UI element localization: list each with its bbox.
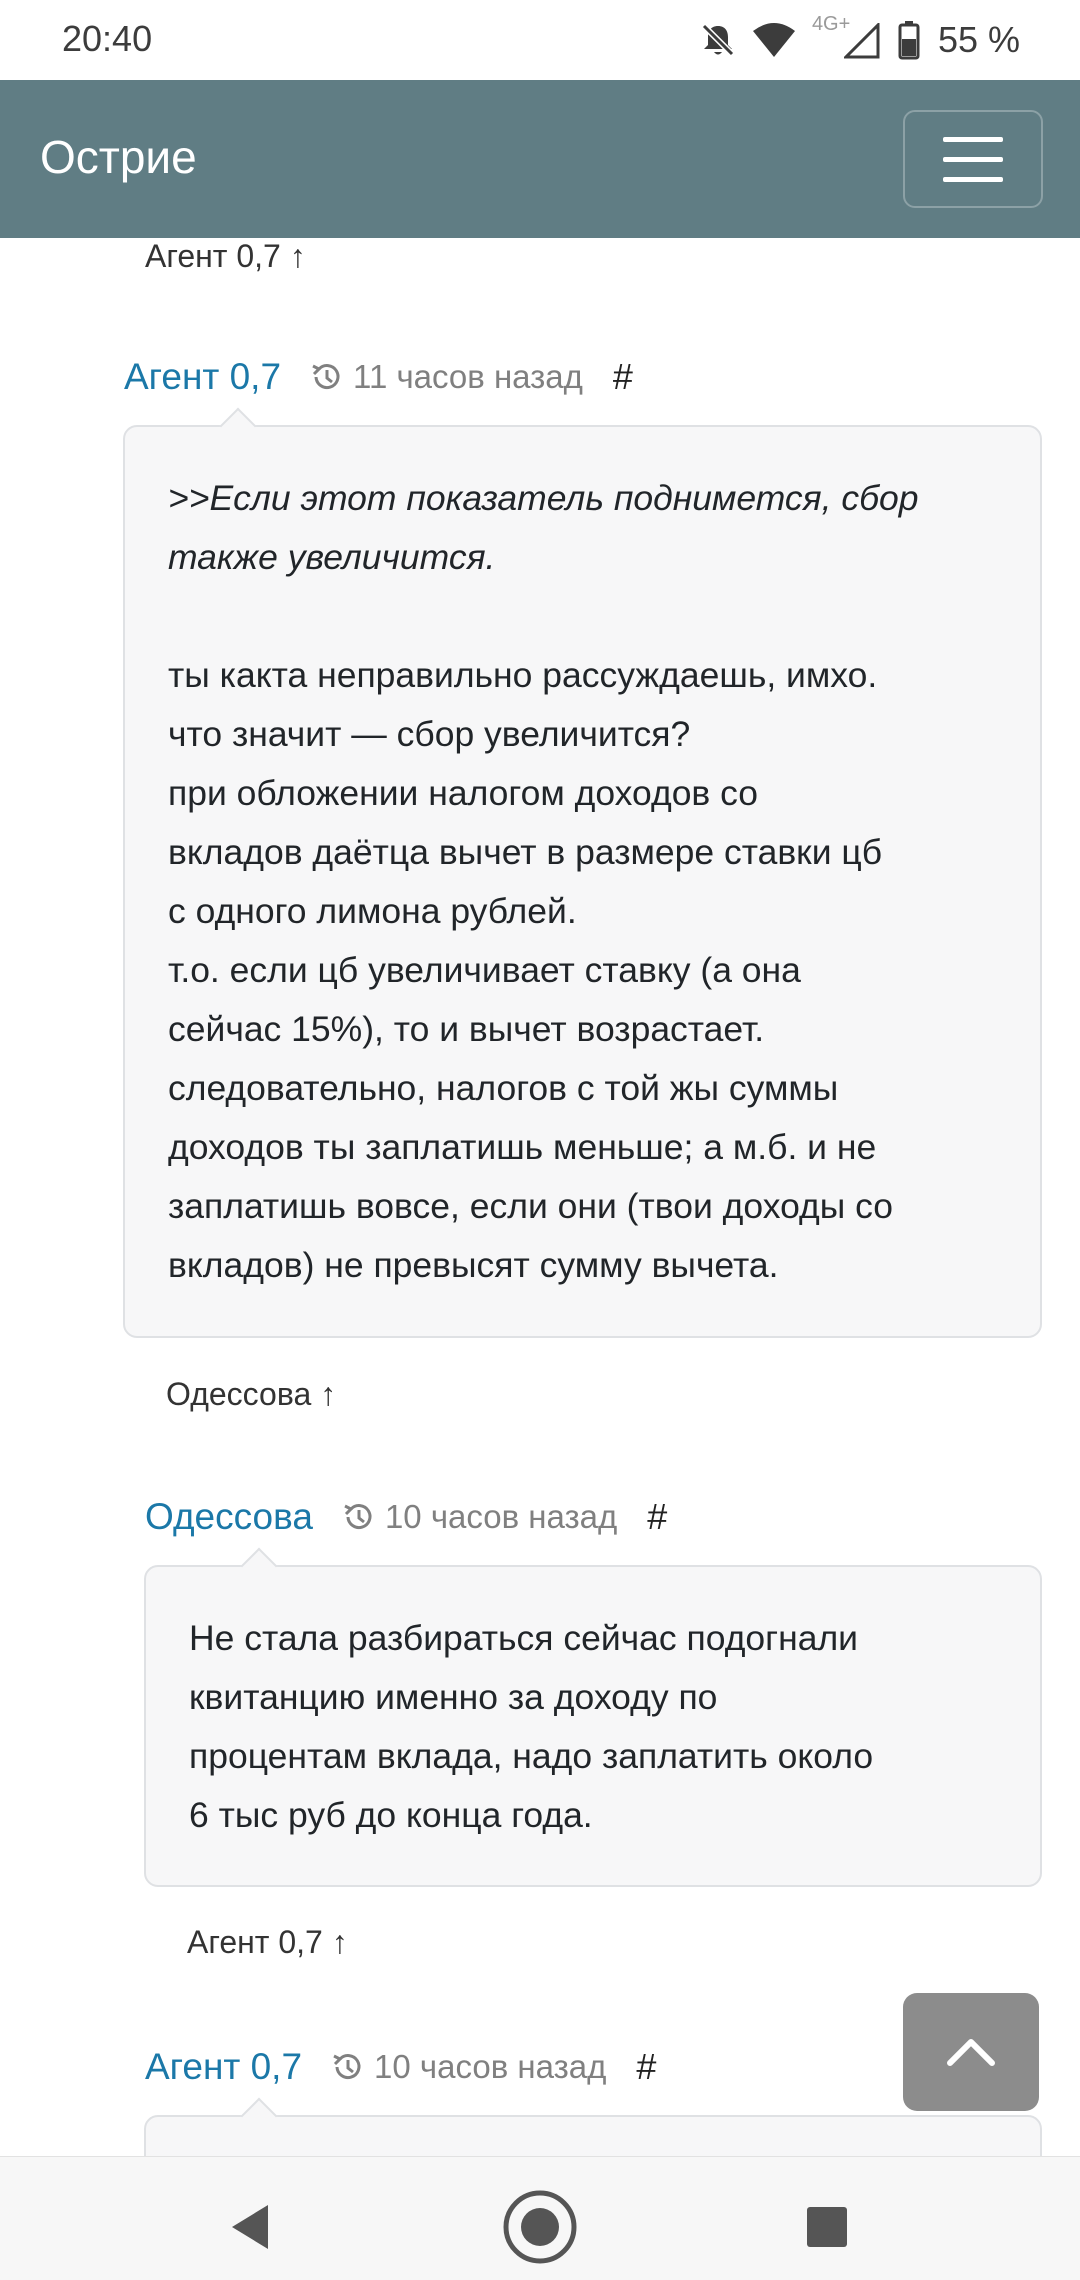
home-button[interactable] <box>500 2187 580 2267</box>
text-line: квитанцию именно за доходу по <box>189 1677 718 1717</box>
battery-icon <box>898 20 920 60</box>
text-line: ты какта неправильно рассуждаешь, имхо. <box>168 655 878 695</box>
comment-author[interactable]: Агент 0,7 <box>145 2046 302 2088</box>
text-line: процентам вклада, надо заплатить около <box>189 1736 874 1776</box>
comment-time: 11 часов назад <box>309 358 583 396</box>
reply-link[interactable]: Агент 0,7 ↑ <box>145 238 306 275</box>
network-type: 4G+ <box>810 13 884 63</box>
comment-anchor-link[interactable]: # <box>636 2046 656 2088</box>
comment-body: Не стала разбираться сейчас подогнали кв… <box>144 1547 1042 1887</box>
comment-body <box>144 2097 1042 2156</box>
text-line: заплатишь вовсе, если они (твои доходы с… <box>168 1186 894 1226</box>
back-button[interactable] <box>210 2187 290 2267</box>
quote-line: >>Если этот показатель поднимется, сбор <box>168 478 919 518</box>
history-icon <box>344 1504 372 1530</box>
site-navbar: Острие <box>0 80 1080 238</box>
comments-thread: Агент 0,7 ↑ Агент 0,7 11 часов назад # >… <box>0 238 1080 2156</box>
reply-link[interactable]: Агент 0,7 ↑ <box>187 1924 348 1961</box>
comment-author[interactable]: Одессова <box>145 1496 313 1538</box>
chevron-up-icon <box>947 2039 995 2066</box>
text-line: 6 тыс руб до конца года. <box>189 1795 593 1835</box>
status-bar: 20:40 4G+ 55 % <box>0 0 1080 80</box>
comment-time-text: 10 часов назад <box>384 1498 618 1535</box>
text-line: т.о. если цб увеличивает ставку (а она <box>168 950 801 990</box>
text-line: вкладов) не превысят сумму вычета. <box>168 1245 779 1285</box>
status-icons: 4G+ 55 % <box>698 13 1020 64</box>
hamburger-icon <box>943 136 1003 142</box>
menu-toggle-button[interactable] <box>903 110 1043 208</box>
comment-time: 10 часов назад <box>341 1498 617 1536</box>
comment-time-text: 11 часов назад <box>353 358 583 395</box>
comment-header: Одессова 10 часов назад # <box>145 1496 667 1538</box>
comment-author[interactable]: Агент 0,7 <box>124 356 281 398</box>
history-icon <box>333 2054 361 2080</box>
text-line: с одного лимона рублей. <box>168 891 577 931</box>
comment-text: Не стала разбираться сейчас подогнали кв… <box>189 1609 1000 1845</box>
back-triangle-icon <box>232 2205 268 2249</box>
signal-icon <box>843 23 880 59</box>
comment-text: >>Если этот показатель поднимется, сбор … <box>168 469 1000 1295</box>
wifi-icon <box>752 21 796 59</box>
text-line: что значит — сбор увеличится? <box>168 714 691 754</box>
system-navigation-bar <box>0 2156 1080 2280</box>
text-line: вкладов даётца вычет в размере ставки цб <box>168 832 883 872</box>
home-circle-icon <box>503 2190 577 2264</box>
status-time: 20:40 <box>62 18 153 59</box>
text-line: сейчас 15%), то и вычет возрастает. <box>168 1009 765 1049</box>
battery-percent: 55 % <box>937 19 1020 60</box>
comment-time: 10 часов назад <box>330 2048 606 2086</box>
site-brand[interactable]: Острие <box>40 130 197 184</box>
text-line: при обложении налогом доходов со <box>168 773 759 813</box>
scroll-to-top-button[interactable] <box>903 1993 1039 2111</box>
comment-header: Агент 0,7 11 часов назад # <box>124 356 633 398</box>
text-line: Не стала разбираться сейчас подогнали <box>189 1618 859 1658</box>
reply-link[interactable]: Одессова ↑ <box>166 1376 336 1413</box>
comment-anchor-link[interactable]: # <box>647 1496 667 1538</box>
text-line: следовательно, налогов с той жы суммы <box>168 1068 839 1108</box>
text-line: доходов ты заплатишь меньше; а м.б. и не <box>168 1127 877 1167</box>
mute-icon <box>698 20 738 60</box>
comment-header: Агент 0,7 10 часов назад # <box>145 2046 656 2088</box>
history-icon <box>312 364 340 390</box>
comment-body: >>Если этот показатель поднимется, сбор … <box>123 407 1042 1338</box>
comment-anchor-link[interactable]: # <box>613 356 633 398</box>
comment-time-text: 10 часов назад <box>374 2048 607 2085</box>
recents-square-icon <box>807 2207 847 2247</box>
quote-line: также увеличится. <box>168 537 496 577</box>
recents-button[interactable] <box>787 2187 867 2267</box>
